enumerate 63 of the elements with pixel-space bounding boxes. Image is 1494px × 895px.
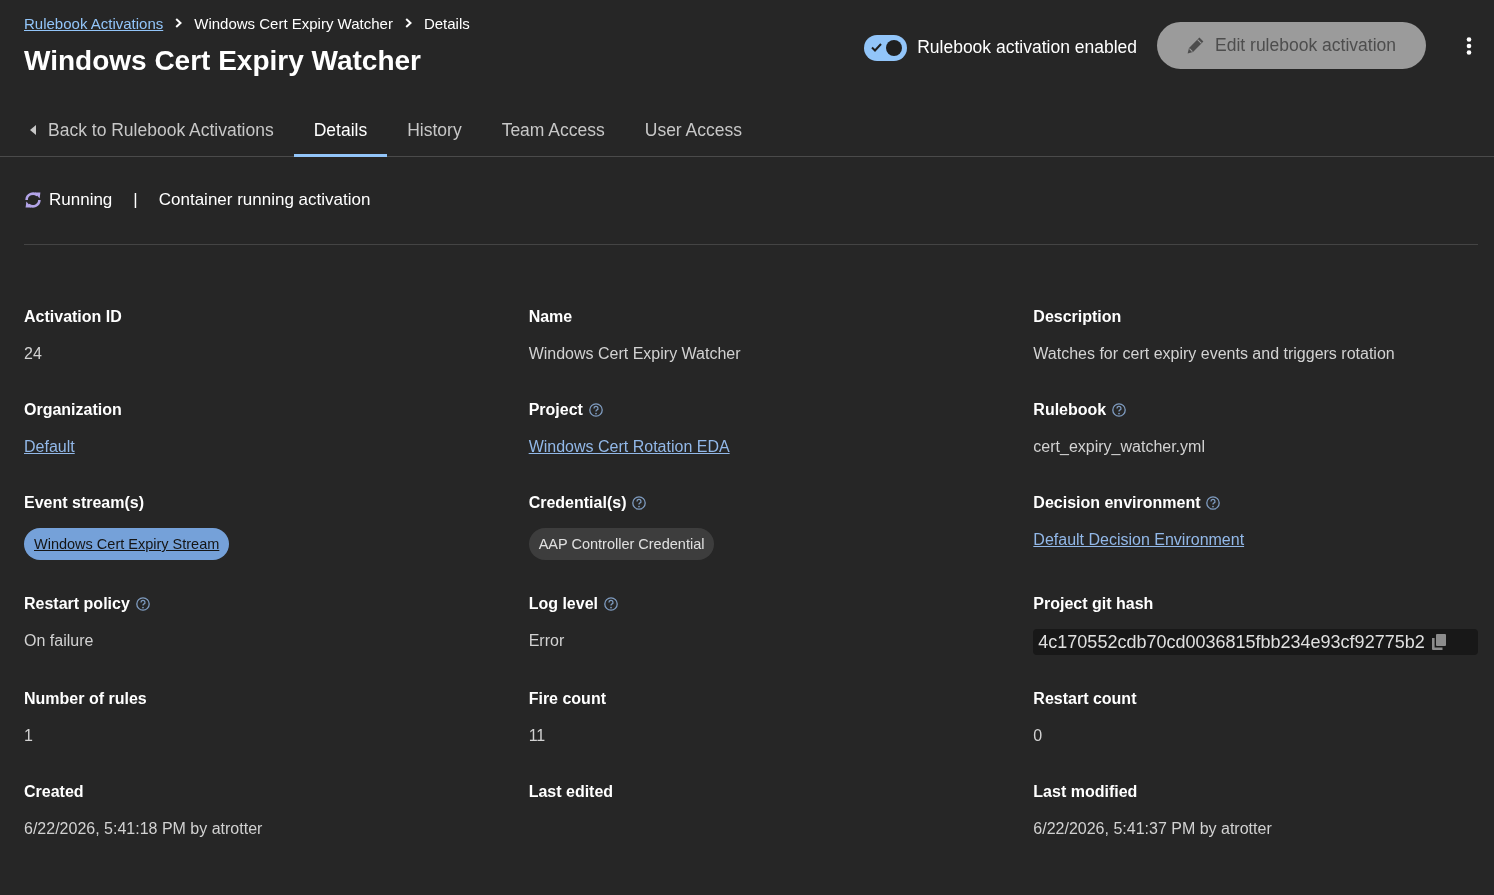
field-label: Rulebook: [1033, 401, 1107, 419]
field-label: Activation ID: [24, 308, 122, 326]
status-separator: |: [133, 189, 138, 211]
breadcrumb-item: Windows Cert Expiry Watcher: [194, 14, 393, 32]
sync-icon: [24, 191, 42, 209]
help-icon[interactable]: [1206, 496, 1221, 510]
field-label: Decision environment: [1033, 494, 1201, 512]
caret-left-icon: [30, 125, 36, 135]
back-tab[interactable]: Back to Rulebook Activations: [24, 103, 294, 157]
toggle-switch[interactable]: [864, 34, 908, 61]
field-value: cert_expiry_watcher.yml: [1033, 437, 1205, 457]
tab[interactable]: Team Access: [481, 103, 625, 157]
chip: AAP Controller Credential: [528, 528, 715, 560]
chevron-right-icon: [175, 18, 183, 28]
field-value: 6/22/2026, 5:41:18 PM by atrotter: [24, 819, 263, 839]
copy-icon[interactable]: [1431, 634, 1446, 650]
tab[interactable]: User Access: [624, 103, 762, 157]
field-label: Log level: [528, 595, 598, 613]
field-label: Project git hash: [1033, 595, 1154, 613]
field-value: 11: [528, 726, 546, 746]
field-label: Organization: [24, 401, 122, 419]
field-label: Description: [1033, 308, 1122, 326]
status-message: Container running activation: [158, 189, 371, 211]
field-label: Restart count: [1033, 690, 1137, 708]
breadcrumb-link[interactable]: Rulebook Activations: [24, 14, 164, 32]
field-label: Name: [528, 308, 573, 326]
field-label: Number of rules: [24, 690, 147, 708]
field-link[interactable]: Default: [24, 435, 75, 459]
field-label: Credential(s): [528, 494, 627, 512]
toggle-label: Rulebook activation enabled: [917, 37, 1138, 58]
tab[interactable]: Details: [293, 103, 388, 157]
check-icon: [871, 43, 883, 52]
kebab-menu-icon[interactable]: [1466, 36, 1472, 55]
breadcrumb-item: Details: [423, 14, 470, 32]
field-value: 1: [24, 726, 33, 746]
field-value: 0: [1033, 726, 1043, 746]
status-label: Running: [49, 189, 113, 211]
field-label: Last modified: [1033, 783, 1138, 801]
help-icon[interactable]: [588, 403, 603, 417]
link-chip[interactable]: Windows Cert Expiry Stream: [24, 528, 230, 560]
pencil-icon: [1187, 37, 1205, 54]
field-value: 6/22/2026, 5:41:37 PM by atrotter: [1033, 819, 1272, 839]
field-link[interactable]: Default Decision Environment: [1033, 528, 1245, 552]
field-value: 24: [24, 344, 42, 364]
help-icon[interactable]: [1112, 403, 1127, 417]
page-title: Windows Cert Expiry Watcher: [24, 44, 422, 78]
git-hash-text: 4c170552cdb70cd0036815fbb234e93cf92775b2: [1038, 631, 1425, 653]
field-label: Project: [528, 401, 583, 419]
field-label: Fire count: [528, 690, 606, 708]
help-icon[interactable]: [135, 597, 150, 611]
field-label: Event stream(s): [24, 494, 145, 512]
help-icon[interactable]: [632, 496, 647, 510]
help-icon[interactable]: [604, 597, 618, 611]
chevron-right-icon: [404, 18, 412, 28]
tab[interactable]: History: [387, 103, 482, 157]
field-value: Windows Cert Expiry Watcher: [528, 344, 741, 364]
field-label: Last edited: [528, 783, 614, 801]
field-value: Watches for cert expiry events and triggers rotation: [1033, 344, 1395, 364]
field-value: Error: [528, 631, 565, 651]
field-link[interactable]: Windows Cert Rotation EDA: [528, 435, 730, 459]
field-label: Created: [24, 783, 84, 801]
field-value: On failure: [24, 631, 94, 651]
field-label: Restart policy: [24, 595, 130, 613]
